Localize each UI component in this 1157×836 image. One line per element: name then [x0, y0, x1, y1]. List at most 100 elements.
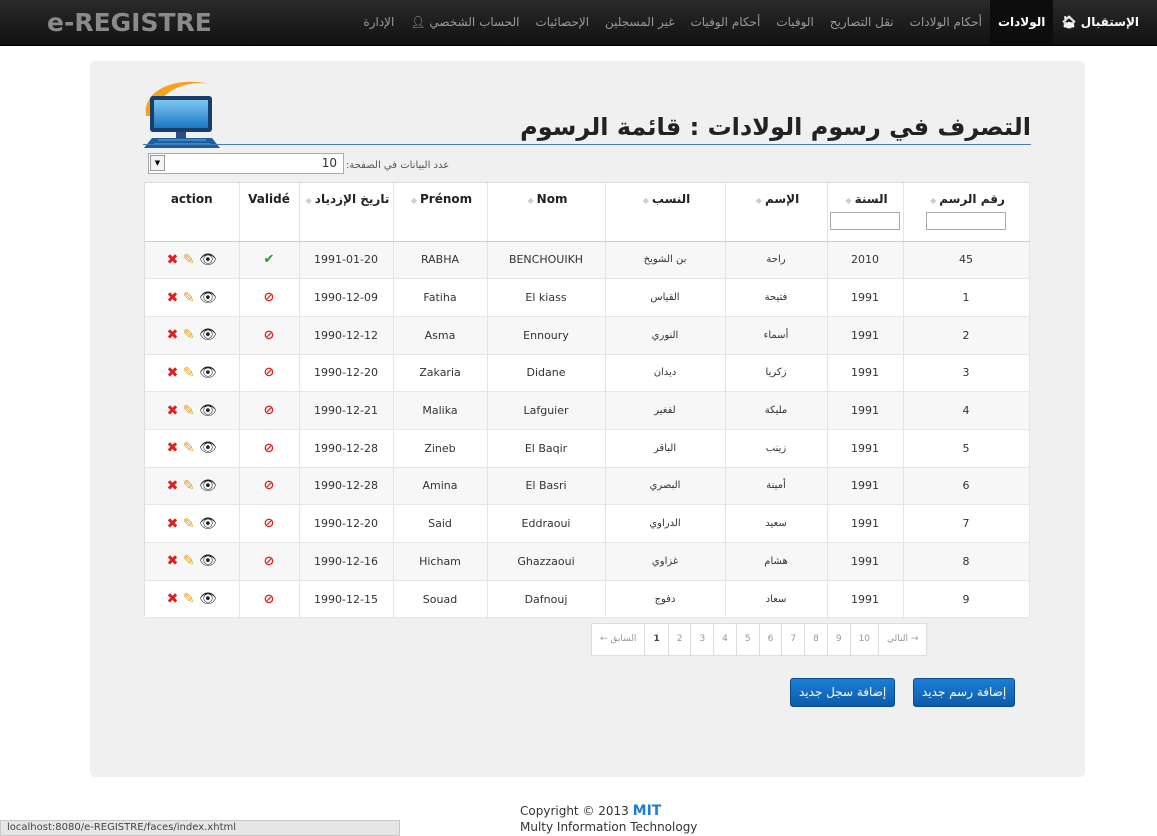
col-header-nom[interactable]: ◆ Nom: [487, 183, 606, 242]
sort-icon[interactable]: ◆: [411, 196, 417, 205]
prohibited-icon: ⊘: [263, 591, 275, 607]
edit-icon[interactable]: ✎: [183, 365, 195, 381]
col-header-prenom-label: Prénom: [420, 192, 473, 206]
add-fee-button[interactable]: إضافة رسم جديد: [913, 678, 1016, 707]
fee-number-filter-input[interactable]: [926, 212, 1006, 230]
dropdown-arrow-icon[interactable]: ▼: [150, 155, 165, 171]
birth-date-cell: 1990-12-28: [299, 467, 394, 506]
delete-icon[interactable]: ✖: [167, 553, 179, 569]
pagination-page[interactable]: 6: [758, 624, 782, 655]
sort-icon[interactable]: ◆: [756, 196, 762, 205]
nav-births[interactable]: الولادات: [989, 0, 1054, 45]
page-size-select[interactable]: ▼ 10: [148, 153, 344, 174]
delete-icon[interactable]: ✖: [167, 403, 179, 419]
pagination-page[interactable]: 7: [781, 624, 804, 655]
edit-icon[interactable]: ✎: [183, 327, 195, 343]
brand-logo[interactable]: e-REGISTRE: [47, 6, 212, 40]
page-size-value: 10: [321, 156, 337, 170]
view-icon[interactable]: 👁︎: [199, 290, 217, 306]
prenom-cell: Said: [393, 504, 488, 543]
delete-icon[interactable]: ✖: [167, 290, 179, 306]
table-row[interactable]: ✖ ✎ 👁︎ ⊘ 1990-12-20 Zakaria Didane ديدان زكريا…: [145, 354, 1030, 393]
nom-cell: Dafnouj: [487, 580, 606, 619]
fees-table: action Validé تاريخ الإزدياد◆ ◆ Prénom ◆ N…: [145, 183, 1030, 619]
edit-icon[interactable]: ✎: [183, 440, 195, 456]
col-header-valide[interactable]: Validé: [239, 183, 300, 242]
view-icon[interactable]: 👁︎: [199, 403, 217, 419]
pagination-page[interactable]: 8: [804, 624, 827, 655]
delete-icon[interactable]: ✖: [167, 365, 179, 381]
view-icon[interactable]: 👁︎: [199, 440, 217, 456]
table-row[interactable]: ✖ ✎ 👁︎ ⊘ 1990-12-21 Malika Lafguier لفغير مليك…: [145, 391, 1030, 430]
pagination-page[interactable]: 4: [713, 624, 736, 655]
nav-admin[interactable]: الإدارة: [355, 0, 402, 45]
delete-icon[interactable]: ✖: [167, 440, 179, 456]
year-cell: 1991: [827, 391, 904, 430]
col-header-prenom[interactable]: ◆ Prénom: [393, 183, 488, 242]
pagination-page[interactable]: 5: [735, 624, 759, 655]
pagination-page[interactable]: 3: [690, 624, 713, 655]
table-row[interactable]: ✖ ✎ 👁︎ ⊘ 1990-12-16 Hicham Ghazzaoui غزاوي هشا…: [145, 542, 1030, 581]
table-row[interactable]: ✖ ✎ 👁︎ ⊘ 1990-12-28 Zineb El Baqir الباقر زينب…: [145, 429, 1030, 468]
sort-icon[interactable]: ◆: [845, 196, 851, 205]
nav-transfer[interactable]: نقل التصاريح: [822, 0, 902, 45]
first-name-ar-cell: راحة: [725, 241, 828, 280]
nav-unregistered[interactable]: غير المسجلين: [597, 0, 682, 45]
action-cell: ✖ ✎ 👁︎: [145, 429, 240, 468]
nav-death-judgments[interactable]: أحكام الوفيات: [683, 0, 769, 45]
pagination-page[interactable]: 10: [849, 624, 878, 655]
birth-date-cell: 1990-12-20: [299, 354, 394, 393]
delete-icon[interactable]: ✖: [167, 591, 179, 607]
table-row[interactable]: ✖ ✎ 👁︎ ⊘ 1990-12-28 Amina El Basri البصري أمين…: [145, 467, 1030, 506]
sort-icon[interactable]: ◆: [930, 196, 936, 205]
nav-account[interactable]: 👤︎ الحساب الشخصي: [402, 0, 527, 45]
nav-birth-judgments[interactable]: أحكام الولادات: [902, 0, 990, 45]
nav-statistics[interactable]: الإحصائيات: [527, 0, 597, 45]
edit-icon[interactable]: ✎: [183, 553, 195, 569]
view-icon[interactable]: 👁︎: [199, 327, 217, 343]
pagination-prev[interactable]: ← السابق: [592, 624, 644, 655]
pagination-page[interactable]: 9: [826, 624, 850, 655]
view-icon[interactable]: 👁︎: [199, 591, 217, 607]
edit-icon[interactable]: ✎: [183, 403, 195, 419]
pagination-page[interactable]: 1: [644, 624, 667, 655]
col-header-year[interactable]: السنة◆: [827, 183, 904, 242]
delete-icon[interactable]: ✖: [167, 478, 179, 494]
delete-icon[interactable]: ✖: [167, 327, 179, 343]
col-header-fee-number[interactable]: رقم الرسم◆: [903, 183, 1030, 242]
add-record-button[interactable]: إضافة سجل جديد: [790, 678, 896, 707]
pagination-page[interactable]: 2: [667, 624, 691, 655]
edit-icon[interactable]: ✎: [183, 252, 195, 268]
table-row[interactable]: ✖ ✎ 👁︎ ⊘ 1990-12-15 Souad Dafnouj دفوج سعاد 199…: [145, 580, 1030, 619]
birth-date-cell: 1990-12-15: [299, 580, 394, 619]
year-filter-input[interactable]: [830, 212, 900, 230]
view-icon[interactable]: 👁︎: [199, 252, 217, 268]
prohibited-icon: ⊘: [263, 478, 275, 494]
edit-icon[interactable]: ✎: [183, 478, 195, 494]
edit-icon[interactable]: ✎: [183, 516, 195, 532]
view-icon[interactable]: 👁︎: [199, 516, 217, 532]
nav-deaths[interactable]: الوفيات: [768, 0, 822, 45]
delete-icon[interactable]: ✖: [167, 516, 179, 532]
sort-icon[interactable]: ◆: [528, 196, 534, 205]
table-row[interactable]: ✖ ✎ 👁︎ ⊘ 1990-12-12 Asma Ennoury النوري أسماء 1…: [145, 316, 1030, 355]
delete-icon[interactable]: ✖: [167, 252, 179, 268]
view-icon[interactable]: 👁︎: [199, 365, 217, 381]
table-row[interactable]: ✖ ✎ 👁︎ ⊘ 1990-12-20 Said Eddraoui الدراوي سعيد…: [145, 504, 1030, 543]
col-header-birth-date[interactable]: تاريخ الإزدياد◆: [299, 183, 394, 242]
edit-icon[interactable]: ✎: [183, 290, 195, 306]
edit-icon[interactable]: ✎: [183, 591, 195, 607]
pagination-next[interactable]: التالي →: [878, 624, 926, 655]
copyright-line: Copyright © 2013 MIT: [520, 803, 697, 819]
col-header-last-name-ar[interactable]: النسب◆: [605, 183, 726, 242]
table-row[interactable]: ✖ ✎ 👁︎ ⊘ 1990-12-09 Fatiha El kiass القياس فتي…: [145, 278, 1030, 317]
nav-home[interactable]: 🏠︎ الإستقبال: [1053, 0, 1147, 45]
col-header-action[interactable]: action: [145, 183, 240, 242]
view-icon[interactable]: 👁︎: [199, 553, 217, 569]
sort-icon[interactable]: ◆: [306, 196, 312, 205]
table-header-row: action Validé تاريخ الإزدياد◆ ◆ Prénom ◆ N…: [145, 183, 1030, 242]
table-row[interactable]: ✖ ✎ 👁︎ ✔ 1991-01-20 RABHA BENCHOUIKH بن الشوي…: [145, 241, 1030, 280]
col-header-first-name-ar[interactable]: الإسم◆: [725, 183, 828, 242]
view-icon[interactable]: 👁︎: [199, 478, 217, 494]
sort-icon[interactable]: ◆: [643, 196, 649, 205]
